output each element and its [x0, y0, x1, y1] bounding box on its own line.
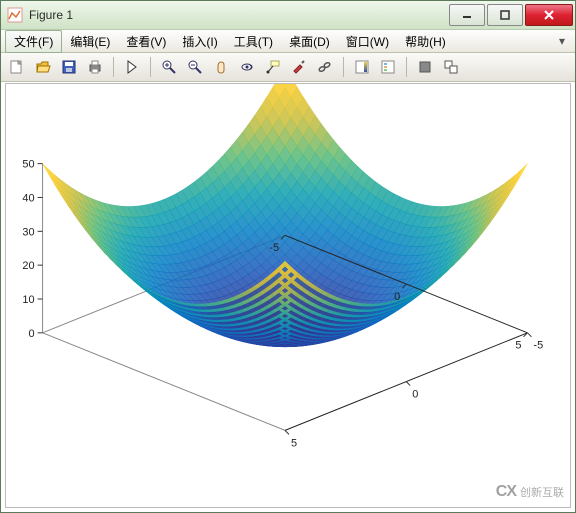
svg-text:30: 30: [22, 226, 34, 238]
titlebar[interactable]: Figure 1: [1, 1, 575, 30]
svg-text:40: 40: [22, 192, 34, 204]
svg-text:0: 0: [394, 291, 400, 303]
maximize-button[interactable]: [487, 4, 523, 26]
link-button[interactable]: [313, 55, 337, 79]
toolbar-separator: [150, 57, 151, 77]
svg-text:10: 10: [22, 294, 34, 306]
hide-tools-button[interactable]: [413, 55, 437, 79]
menu-desktop[interactable]: 桌面(D): [281, 31, 338, 52]
save-button[interactable]: [57, 55, 81, 79]
brush-button[interactable]: [287, 55, 311, 79]
menu-overflow-icon[interactable]: ▾: [553, 34, 571, 48]
minimize-button[interactable]: [449, 4, 485, 26]
svg-text:-5: -5: [269, 242, 279, 254]
datatip-button[interactable]: [261, 55, 285, 79]
close-button[interactable]: [525, 4, 573, 26]
axes-3d[interactable]: 0 10 20 30 40 50 -5 0 5 -5 0 5 CX 创新互联: [5, 83, 571, 508]
zoom-in-button[interactable]: [157, 55, 181, 79]
toolbar-separator: [343, 57, 344, 77]
rotate-3d-button[interactable]: [235, 55, 259, 79]
menu-edit[interactable]: 编辑(E): [62, 31, 118, 52]
window-title: Figure 1: [29, 8, 447, 22]
svg-text:0: 0: [412, 389, 418, 401]
menu-help[interactable]: 帮助(H): [397, 31, 454, 52]
svg-text:5: 5: [291, 437, 297, 449]
watermark: CX 创新互联: [496, 483, 564, 501]
menu-view[interactable]: 查看(V): [118, 31, 174, 52]
legend-button[interactable]: [376, 55, 400, 79]
new-figure-button[interactable]: [5, 55, 29, 79]
svg-text:-5: -5: [533, 340, 543, 352]
svg-text:20: 20: [22, 260, 34, 272]
pan-button[interactable]: [209, 55, 233, 79]
svg-text:50: 50: [22, 159, 34, 171]
watermark-logo-icon: CX: [496, 483, 516, 501]
dock-button[interactable]: [439, 55, 463, 79]
open-button[interactable]: [31, 55, 55, 79]
menu-window[interactable]: 窗口(W): [338, 31, 397, 52]
menu-insert[interactable]: 插入(I): [174, 31, 225, 52]
menu-tools[interactable]: 工具(T): [226, 31, 281, 52]
app-icon: [7, 7, 23, 23]
watermark-text: 创新互联: [520, 484, 564, 500]
colorbar-button[interactable]: [350, 55, 374, 79]
menu-file[interactable]: 文件(F): [5, 30, 62, 53]
print-button[interactable]: [83, 55, 107, 79]
menubar: 文件(F) 编辑(E) 查看(V) 插入(I) 工具(T) 桌面(D) 窗口(W…: [1, 30, 575, 53]
toolbar-separator: [113, 57, 114, 77]
toolbar: [1, 53, 575, 82]
svg-text:5: 5: [515, 340, 521, 352]
toolbar-separator: [406, 57, 407, 77]
figure-window: Figure 1 文件(F) 编辑(E) 查看(V) 插入(I) 工具(T) 桌…: [0, 0, 576, 513]
surface-plot: 0 10 20 30 40 50 -5 0 5 -5 0 5: [6, 84, 570, 507]
zoom-out-button[interactable]: [183, 55, 207, 79]
svg-text:0: 0: [29, 328, 35, 340]
edit-plot-button[interactable]: [120, 55, 144, 79]
